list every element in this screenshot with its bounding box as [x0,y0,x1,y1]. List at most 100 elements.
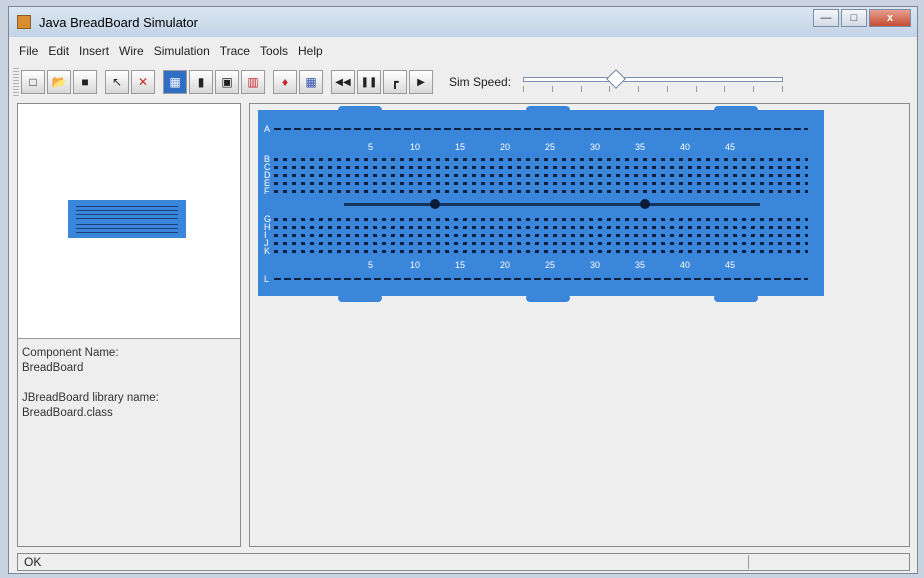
row-letter: K [264,246,271,256]
thumbnail-row [76,224,178,225]
power-rail-bottom[interactable] [274,278,808,280]
circuit-canvas[interactable]: A 5 10 15 20 25 30 35 40 45 B C D E F G [249,103,910,547]
add-breadboard-button[interactable]: ▦ [163,70,187,94]
status-text: OK [24,555,42,569]
thumbnail-row [76,232,178,233]
delete-icon: ✕ [137,75,149,89]
menu-insert[interactable]: Insert [79,44,109,58]
board-top-tab [338,106,382,114]
slider-tick [781,86,783,92]
hole-row[interactable] [274,174,808,177]
sim-speed-slider[interactable] [521,69,785,93]
hole-row[interactable] [274,226,808,229]
add-probe-button[interactable]: ♦ [273,70,297,94]
rewind-button[interactable]: ◀◀ [331,70,355,94]
resistor-icon: ▥ [247,75,259,89]
menu-help[interactable]: Help [298,44,323,58]
hole-row[interactable] [274,182,808,185]
select-button[interactable]: ↖ [105,70,129,94]
column-number: 30 [590,142,601,152]
step-button[interactable]: ┏ [383,70,407,94]
column-number: 45 [725,142,736,152]
hole-row[interactable] [274,218,808,221]
minimize-button[interactable]: — [813,9,839,27]
column-number: 20 [500,142,511,152]
breadboard-thumbnail [68,200,186,238]
thumbnail-row [76,228,178,229]
cursor-icon: ↖ [111,75,123,89]
power-rail-top[interactable] [274,128,808,130]
rewind-icon: ◀◀ [335,76,351,88]
slider-tick [638,86,640,92]
menu-edit[interactable]: Edit [48,44,69,58]
slider-tick [666,86,668,92]
column-number: 45 [725,260,736,270]
status-divider [748,555,749,569]
menu-trace[interactable]: Trace [220,44,250,58]
menu-file[interactable]: File [19,44,38,58]
column-number: 25 [545,260,556,270]
slider-tick [580,86,582,92]
hole-row[interactable] [274,190,808,193]
step-icon: ┏ [391,75,399,89]
add-display-button[interactable]: ▣ [215,70,239,94]
new-file-button[interactable]: □ [21,70,45,94]
board-top-tab [526,106,570,114]
board-bottom-tab [714,294,758,302]
toolbar: □ 📂 ■ ↖ ✕ ▦ ▮ ▣ ▥ ♦ ▦ ◀◀ ❚❚ ┏ ▶ Sim Spee… [9,65,917,99]
hole-row[interactable] [274,166,808,169]
column-number: 20 [500,260,511,270]
column-number: 10 [410,260,421,270]
slider-tick [523,86,525,92]
toolbar-grip[interactable] [13,68,19,96]
hole-row[interactable] [274,158,808,161]
board-bottom-tab [526,294,570,302]
add-chip-button[interactable]: ▮ [189,70,213,94]
delete-button[interactable]: ✕ [131,70,155,94]
column-number: 30 [590,260,601,270]
hole-row[interactable] [274,242,808,245]
chip-icon: ▮ [197,75,205,89]
maximize-button[interactable]: □ [841,9,867,27]
rail-label-bottom: L [264,274,270,284]
title-bar[interactable]: Java BreadBoard Simulator — □ x [9,7,917,37]
component-preview [18,104,240,339]
component-panel: Component Name: BreadBoard JBreadBoard l… [17,103,241,547]
column-number: 5 [368,142,374,152]
column-number: 10 [410,142,421,152]
thumbnail-row [76,206,178,207]
column-number: 40 [680,260,691,270]
save-icon: ■ [81,75,89,89]
rail-label-top: A [264,124,271,134]
save-button[interactable]: ■ [73,70,97,94]
add-resistor-button[interactable]: ▥ [241,70,265,94]
slider-track[interactable] [523,77,784,82]
column-number: 5 [368,260,374,270]
play-button[interactable]: ▶ [409,70,433,94]
column-number: 35 [635,142,646,152]
thumbnail-row [76,214,178,215]
open-file-button[interactable]: 📂 [47,70,71,94]
menu-simulation[interactable]: Simulation [154,44,210,58]
pause-icon: ❚❚ [360,76,378,88]
board-top-tab [714,106,758,114]
window-title: Java BreadBoard Simulator [39,14,198,30]
pause-button[interactable]: ❚❚ [357,70,381,94]
breadboard-icon: ▦ [169,75,181,89]
menu-wire[interactable]: Wire [119,44,144,58]
play-icon: ▶ [417,76,425,88]
thumbnail-row [76,218,178,219]
hole-row[interactable] [274,250,808,253]
slider-tick [695,86,697,92]
breadboard[interactable]: A 5 10 15 20 25 30 35 40 45 B C D E F G [258,106,824,302]
led-bar-icon: ▦ [305,75,317,89]
hole-row[interactable] [274,234,808,237]
close-button[interactable]: x [869,9,911,27]
channel-marker [430,199,440,209]
menu-bar: File Edit Insert Wire Simulation Trace T… [9,41,917,61]
menu-tools[interactable]: Tools [260,44,288,58]
slider-ticks [523,86,783,92]
component-name-label: Component Name: [22,347,119,359]
add-led-bar-button[interactable]: ▦ [299,70,323,94]
row-letter: F [264,186,270,196]
